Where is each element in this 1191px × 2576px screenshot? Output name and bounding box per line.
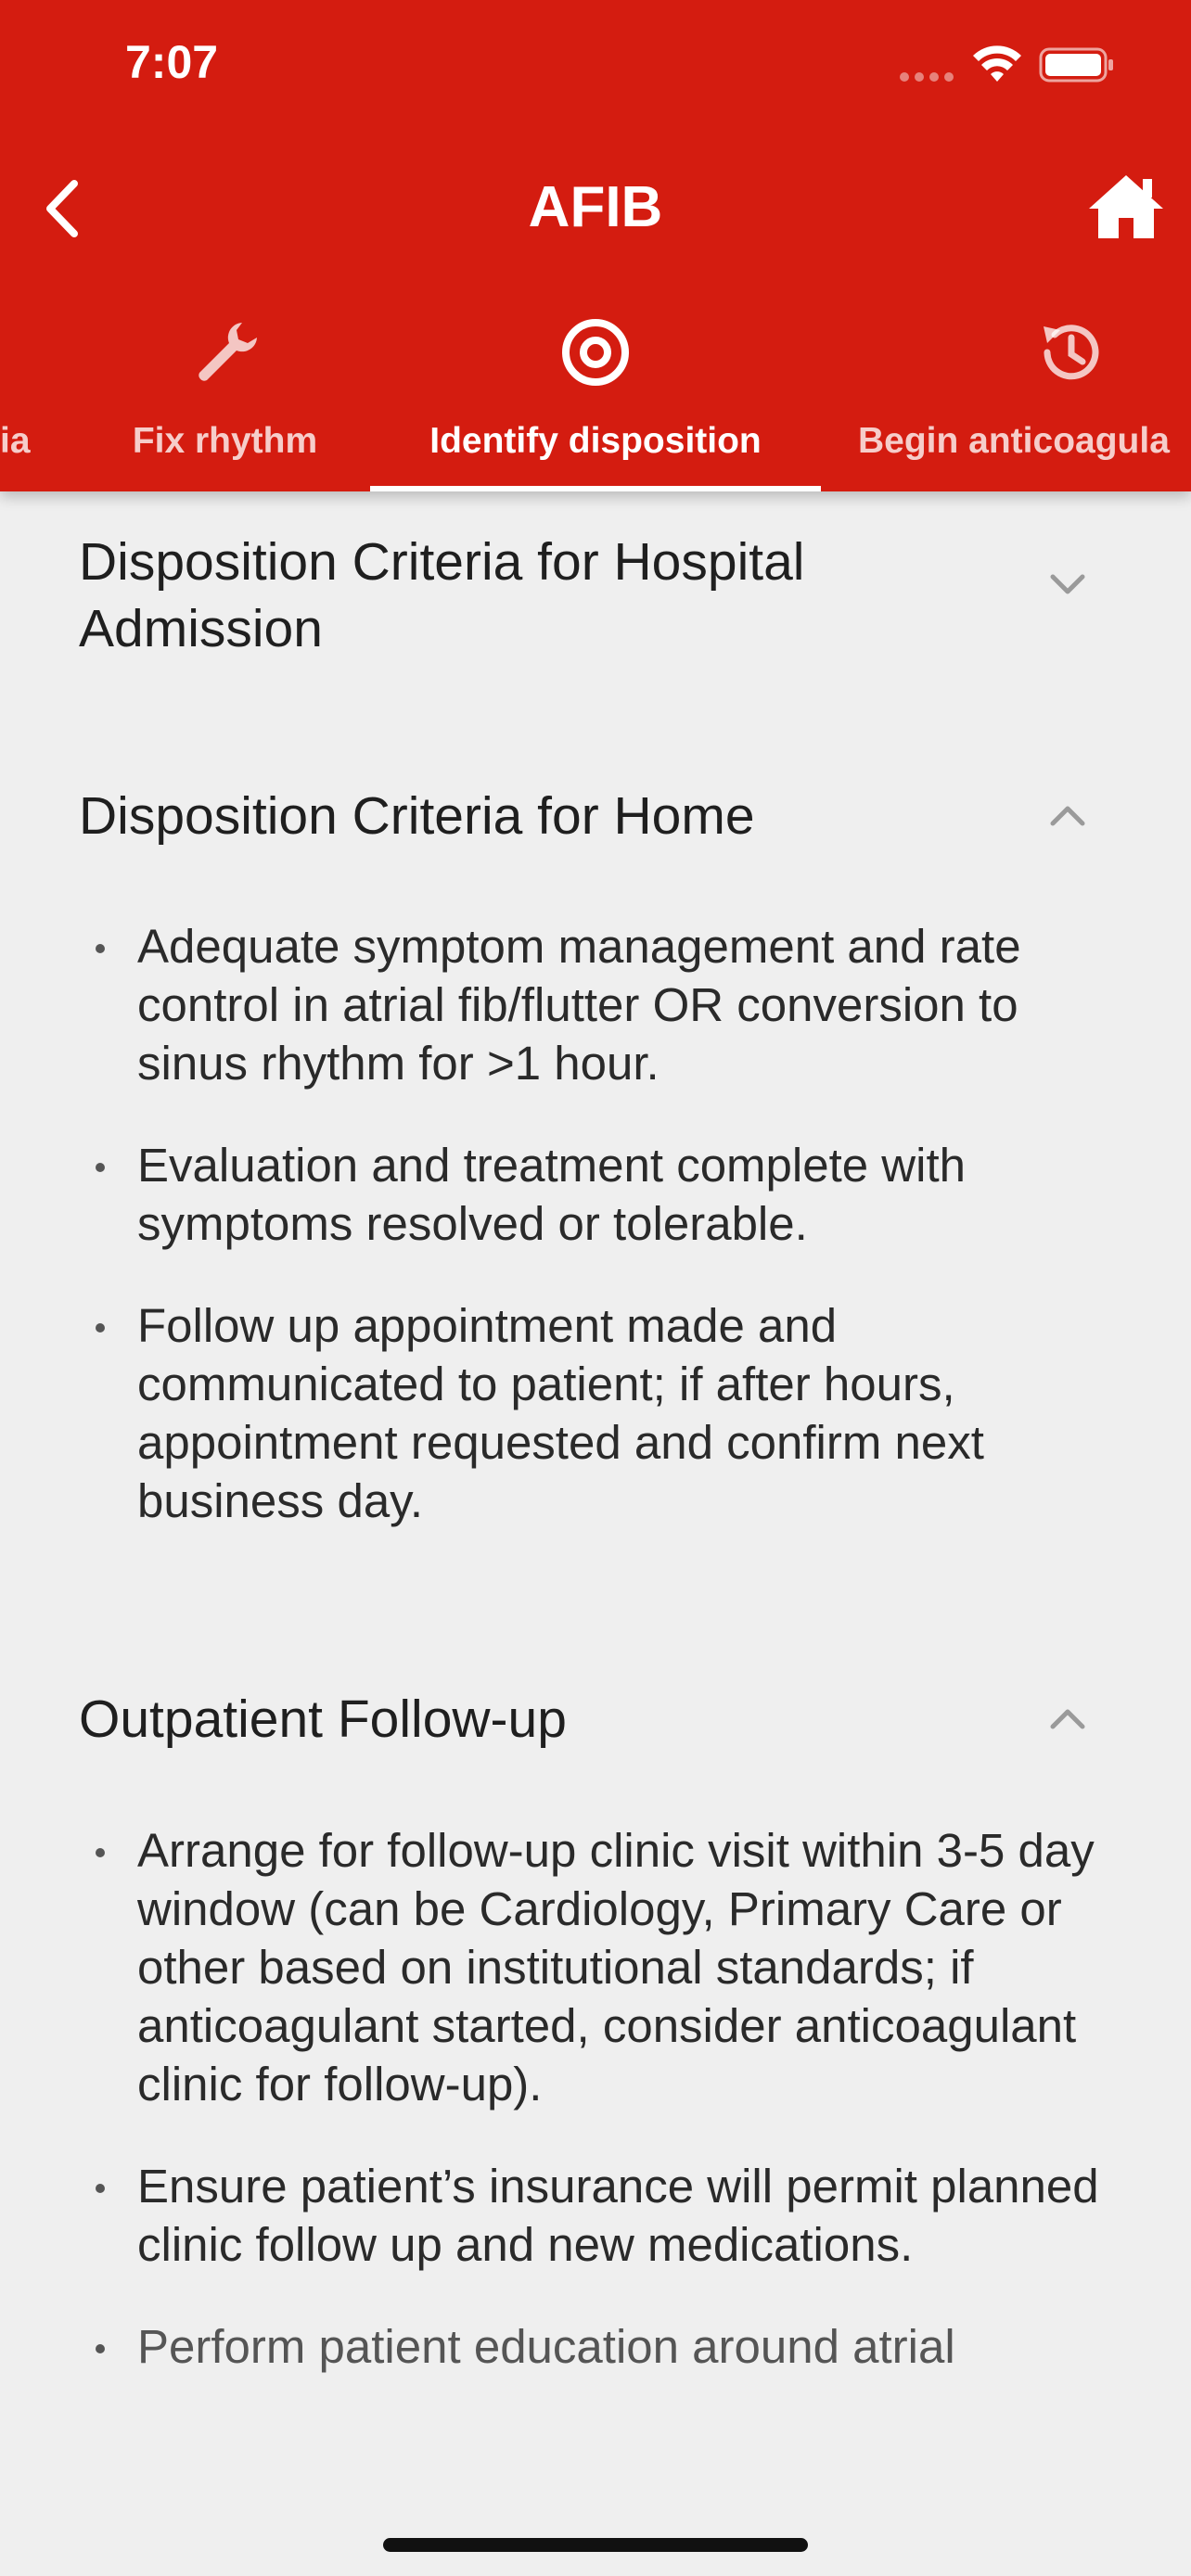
chevron-up-icon [1050, 806, 1085, 826]
list-item: Follow up appointment made and communica… [79, 1296, 1136, 1530]
list-item: Perform patient education around atrial [79, 2317, 1136, 2376]
tab-label: Fix rhythm [132, 421, 318, 461]
tab-begin-anticoagulation[interactable]: Begin anticoagula [858, 306, 1191, 491]
cellular-signal-icon [900, 72, 954, 82]
section-title: Disposition Criteria for Hospital Admiss… [79, 532, 805, 658]
app-screen: 7:07 AFIB ia Fix rhythm Identify disposi… [0, 0, 1191, 2576]
history-clock-icon [1044, 325, 1099, 380]
tab-fix-rhythm[interactable]: Fix rhythm [111, 306, 339, 491]
active-tab-indicator [370, 486, 821, 491]
tab-label: ia [0, 421, 31, 461]
list-item: Ensure patient’s insurance will permit p… [79, 2157, 1136, 2274]
target-icon [562, 319, 629, 386]
chevron-down-icon [1050, 574, 1085, 594]
list-item: Adequate symptom management and rate con… [79, 917, 1136, 1092]
tab-identify-disposition[interactable]: Identify disposition [370, 306, 821, 491]
home-indicator[interactable] [383, 2538, 808, 2552]
section-header-hospital-admission[interactable]: Disposition Criteria for Hospital Admiss… [79, 529, 1108, 662]
page-title: AFIB [528, 175, 663, 239]
tab-label: Identify disposition [429, 421, 762, 461]
wrench-icon [198, 323, 257, 381]
list-item: Evaluation and treatment complete with s… [79, 1136, 1136, 1253]
battery-icon [1039, 47, 1113, 83]
home-icon[interactable] [1087, 172, 1165, 242]
chevron-up-icon [1050, 1709, 1085, 1729]
status-time: 7:07 [125, 36, 219, 88]
list-item: Arrange for follow-up clinic visit withi… [79, 1821, 1136, 2113]
section-header-outpatient-follow-up[interactable]: Outpatient Follow-up [79, 1686, 1108, 1753]
tab-label: Begin anticoagula [858, 421, 1170, 461]
section-title: Disposition Criteria for Home [79, 786, 755, 846]
tab-bar: ia Fix rhythm Identify disposition Begin… [0, 306, 1191, 491]
wifi-icon [973, 45, 1021, 82]
content-scroll-area[interactable]: Disposition Criteria for Hospital Admiss… [0, 491, 1191, 2457]
bullet-list-outpatient: Arrange for follow-up clinic visit withi… [79, 1821, 1136, 2419]
tab-prev[interactable]: ia [0, 306, 74, 491]
section-header-home[interactable]: Disposition Criteria for Home [79, 783, 1108, 849]
app-header: 7:07 AFIB ia Fix rhythm Identify disposi… [0, 0, 1191, 491]
bullet-list-home: Adequate symptom management and rate con… [79, 917, 1136, 1574]
section-title: Outpatient Follow-up [79, 1690, 567, 1749]
